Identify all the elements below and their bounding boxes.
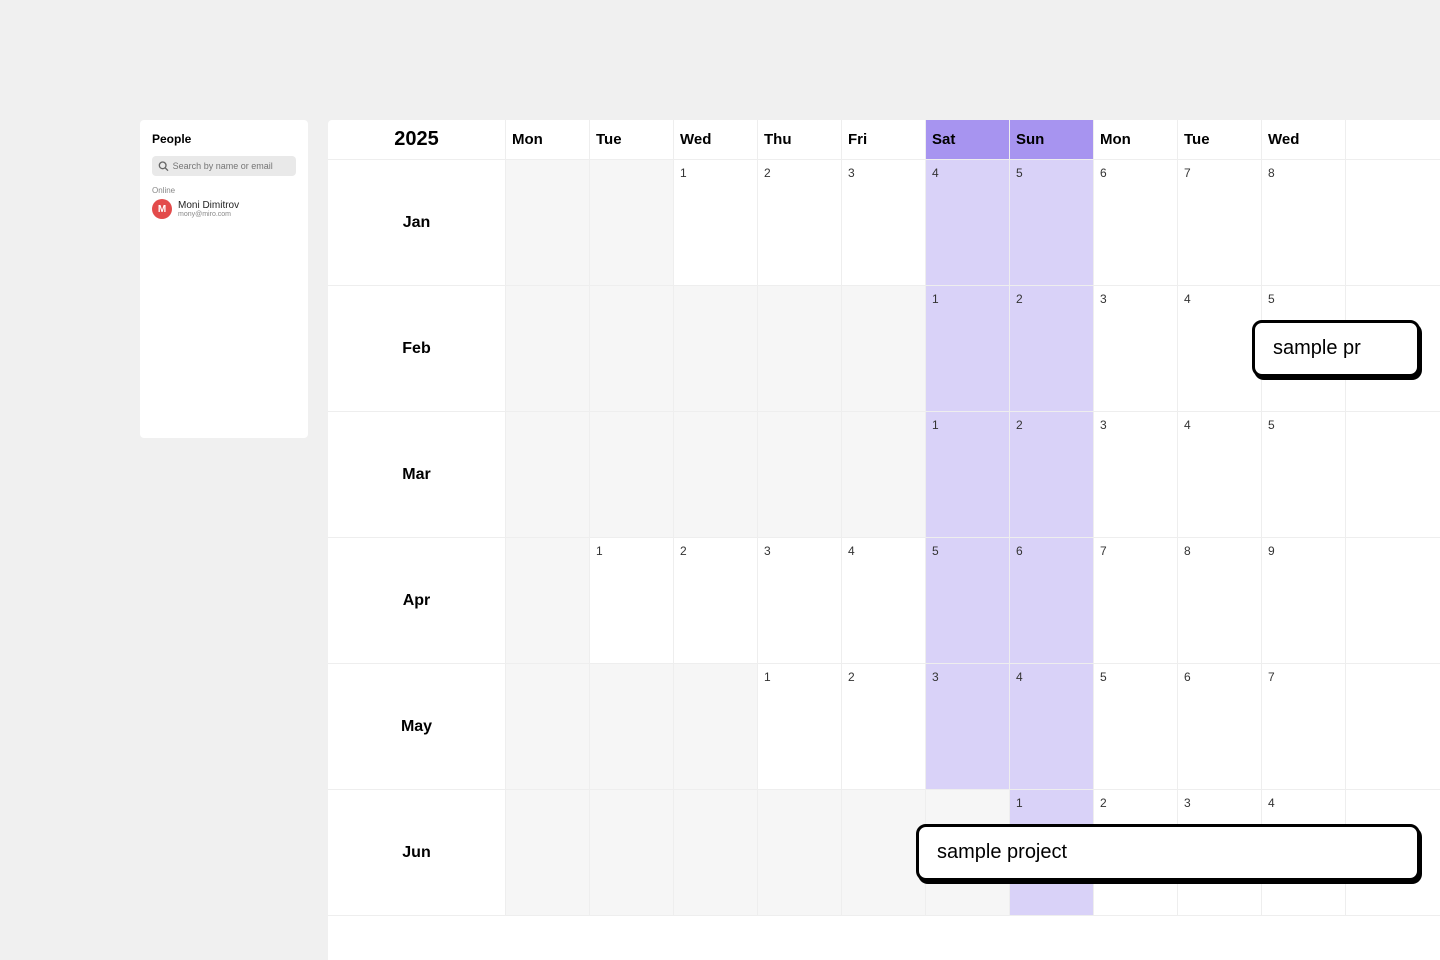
people-panel: People Online M Moni Dimitrov mony@miro.…: [140, 120, 308, 438]
day-cell[interactable]: [590, 664, 674, 789]
day-cell[interactable]: 4: [1178, 412, 1262, 537]
day-cell[interactable]: [758, 412, 842, 537]
day-cell[interactable]: 2: [674, 538, 758, 663]
day-cell[interactable]: [842, 286, 926, 411]
month-row-mar: Mar 12345: [328, 412, 1440, 538]
event-card[interactable]: sample pr: [1252, 320, 1420, 377]
calendar-header: 2025 MonTueWedThuFriSatSunMonTueWed: [328, 120, 1440, 160]
day-cell[interactable]: 9: [1262, 538, 1346, 663]
month-row-jan: Jan 12345678: [328, 160, 1440, 286]
month-row-apr: Apr 123456789: [328, 538, 1440, 664]
calendar: 2025 MonTueWedThuFriSatSunMonTueWed Jan1…: [328, 120, 1440, 960]
search-wrap[interactable]: [152, 156, 296, 176]
day-cell[interactable]: 2: [1010, 286, 1094, 411]
month-label-jun: Jun: [328, 790, 506, 915]
avatar: M: [152, 199, 172, 219]
month-label-apr: Apr: [328, 538, 506, 663]
day-header-sat-5: Sat: [926, 120, 1010, 159]
day-header-thu-3: Thu: [758, 120, 842, 159]
day-cell[interactable]: 5: [1010, 160, 1094, 285]
day-cell[interactable]: [842, 412, 926, 537]
month-label-may: May: [328, 664, 506, 789]
day-header-mon-7: Mon: [1094, 120, 1178, 159]
day-cell[interactable]: [842, 790, 926, 915]
day-cell[interactable]: 2: [758, 160, 842, 285]
day-cell[interactable]: [590, 412, 674, 537]
day-cell[interactable]: 4: [926, 160, 1010, 285]
day-header-mon-0: Mon: [506, 120, 590, 159]
day-header-tue-1: Tue: [590, 120, 674, 159]
day-cell[interactable]: 7: [1094, 538, 1178, 663]
day-cell[interactable]: [758, 286, 842, 411]
day-cell[interactable]: [506, 790, 590, 915]
online-label: Online: [152, 186, 296, 195]
day-cell[interactable]: [506, 664, 590, 789]
day-cell[interactable]: 1: [674, 160, 758, 285]
month-row-may: May 1234567: [328, 664, 1440, 790]
day-cell[interactable]: 8: [1262, 160, 1346, 285]
day-cell[interactable]: 6: [1178, 664, 1262, 789]
user-row[interactable]: M Moni Dimitrov mony@miro.com: [152, 199, 296, 219]
day-cell[interactable]: 7: [1178, 160, 1262, 285]
day-cell[interactable]: 7: [1262, 664, 1346, 789]
day-cell[interactable]: [590, 790, 674, 915]
day-cell[interactable]: 1: [926, 412, 1010, 537]
day-cell[interactable]: [590, 160, 674, 285]
people-search-input[interactable]: [173, 161, 290, 171]
day-header-fri-4: Fri: [842, 120, 926, 159]
day-cell[interactable]: 3: [1094, 412, 1178, 537]
day-cell[interactable]: [674, 790, 758, 915]
day-header-sun-6: Sun: [1010, 120, 1094, 159]
day-header-wed-2: Wed: [674, 120, 758, 159]
calendar-body: Jan12345678Feb12345Mar12345Apr123456789M…: [328, 160, 1440, 916]
day-cell[interactable]: [506, 160, 590, 285]
day-cell[interactable]: 5: [926, 538, 1010, 663]
day-cell[interactable]: 2: [1010, 412, 1094, 537]
day-cell[interactable]: [506, 286, 590, 411]
month-label-mar: Mar: [328, 412, 506, 537]
month-label-feb: Feb: [328, 286, 506, 411]
day-cell[interactable]: [758, 790, 842, 915]
day-cell[interactable]: [506, 412, 590, 537]
day-cell[interactable]: 6: [1094, 160, 1178, 285]
search-icon: [158, 160, 169, 172]
people-title: People: [152, 132, 296, 146]
event-card[interactable]: sample project: [916, 824, 1420, 881]
day-cell[interactable]: 8: [1178, 538, 1262, 663]
user-email: mony@miro.com: [178, 211, 239, 218]
day-cell[interactable]: [506, 538, 590, 663]
day-cell[interactable]: 1: [758, 664, 842, 789]
day-cell[interactable]: 3: [758, 538, 842, 663]
day-cell[interactable]: 5: [1262, 412, 1346, 537]
day-cell[interactable]: 1: [926, 286, 1010, 411]
day-cell[interactable]: 4: [1178, 286, 1262, 411]
day-cell[interactable]: [674, 664, 758, 789]
day-cell[interactable]: 1: [590, 538, 674, 663]
day-cell[interactable]: 4: [842, 538, 926, 663]
day-cell[interactable]: 4: [1010, 664, 1094, 789]
day-header-tue-8: Tue: [1178, 120, 1262, 159]
day-cell[interactable]: 3: [842, 160, 926, 285]
user-name: Moni Dimitrov: [178, 200, 239, 211]
day-cell[interactable]: 3: [926, 664, 1010, 789]
day-cell[interactable]: 2: [842, 664, 926, 789]
month-label-jan: Jan: [328, 160, 506, 285]
year-label: 2025: [328, 120, 506, 159]
day-cell[interactable]: 5: [1094, 664, 1178, 789]
day-cell[interactable]: [674, 412, 758, 537]
day-cell[interactable]: [590, 286, 674, 411]
day-cell[interactable]: [674, 286, 758, 411]
day-header-wed-9: Wed: [1262, 120, 1346, 159]
day-cell[interactable]: 6: [1010, 538, 1094, 663]
day-cell[interactable]: 3: [1094, 286, 1178, 411]
